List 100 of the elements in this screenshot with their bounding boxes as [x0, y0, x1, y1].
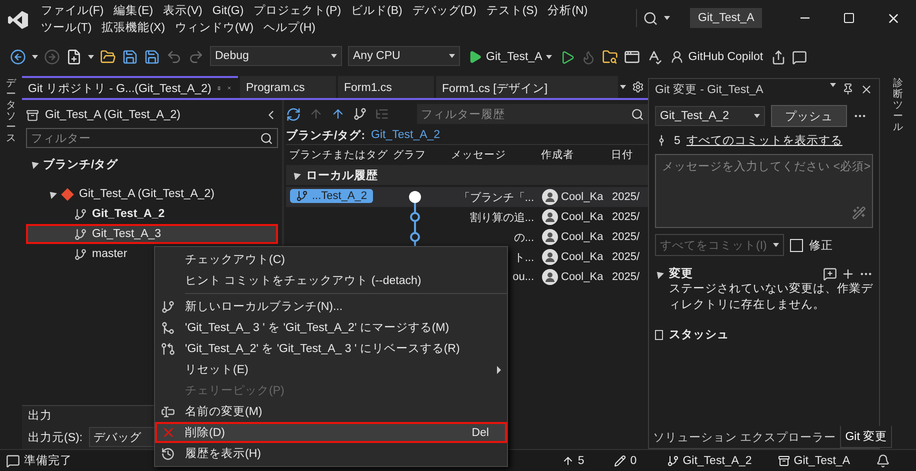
menu-item[interactable]: ツール(T) — [36, 20, 97, 37]
menu-item[interactable]: デバッグ(D) — [407, 3, 482, 20]
menu-item[interactable]: 'Git_Test_A_ 3 ' を 'Git_Test_A_2' にマージする(M) — [155, 317, 507, 338]
side-tab-label[interactable]: データソース — [6, 78, 16, 449]
play-icon — [468, 50, 482, 64]
push-button[interactable]: プッシュ — [771, 105, 847, 127]
platform-select[interactable]: Any CPU — [348, 46, 460, 66]
menu-item[interactable]: リセット(E) — [155, 359, 507, 380]
open-folder-icon[interactable] — [100, 49, 116, 65]
stage-all-icon[interactable] — [841, 266, 855, 280]
column-header[interactable]: 日付 — [608, 145, 633, 165]
section-title: スタッシュ — [669, 328, 729, 342]
close-icon[interactable] — [860, 82, 873, 96]
pull-icon[interactable] — [331, 107, 345, 121]
folder-search-icon[interactable] — [602, 49, 618, 65]
configuration-select[interactable]: Debug — [210, 46, 342, 66]
output-source-label: 出力元(S): — [28, 430, 83, 444]
branch-graph-icon[interactable] — [353, 107, 367, 121]
commit-message: 「ブランチ「... — [458, 190, 535, 204]
menu-item[interactable]: チェックアウト(C) — [155, 249, 507, 270]
rebase-icon — [161, 342, 175, 356]
column-header[interactable]: グラフ — [390, 145, 426, 165]
caret-icon[interactable] — [830, 82, 836, 86]
branch-item[interactable]: Git_Test_A_3 — [26, 224, 278, 244]
expand-toggle-icon[interactable] — [29, 159, 39, 169]
repository-icon — [26, 108, 39, 122]
commit-node-icon — [409, 231, 421, 243]
refresh-icon[interactable] — [286, 106, 301, 122]
branch-status[interactable]: Git_Test_A_2 — [666, 454, 752, 466]
search-icon — [631, 108, 644, 120]
view-all-commits-link[interactable]: すべてのコミットを表示する — [686, 133, 842, 148]
comment-icon[interactable] — [823, 266, 837, 280]
commit-date: 2025/ — [611, 251, 641, 263]
menu-item[interactable]: Git(G) — [207, 3, 249, 20]
menu-item[interactable]: ファイル(F) — [36, 3, 109, 20]
menu-item[interactable]: 分析(N) — [542, 3, 593, 20]
menu-item[interactable]: 'Git_Test_A_2' を 'Git_Test_A_ 3 ' にリベースする(R) — [155, 338, 507, 359]
commit-row[interactable]: ...Test_A_2 「ブランチ「... Cool_Ka 2025/ — [286, 187, 648, 207]
menu-item[interactable]: 削除(D) Del — [155, 422, 507, 443]
caret-icon[interactable] — [664, 16, 670, 20]
search-icon[interactable] — [643, 10, 658, 26]
feedback-icon[interactable] — [792, 50, 808, 64]
menu-item[interactable]: ウィンドウ(W) — [170, 20, 259, 37]
menu-item[interactable]: ヘルプ(H) — [258, 20, 321, 37]
menu-item[interactable]: 表示(V) — [158, 3, 208, 20]
undo-icon[interactable] — [166, 49, 182, 65]
column-header[interactable]: 作成者 — [538, 145, 574, 165]
save-icon[interactable] — [122, 49, 138, 65]
column-header[interactable]: ブランチまたはタグ — [286, 145, 388, 165]
expand-toggle-icon[interactable] — [47, 189, 57, 199]
redo-icon[interactable] — [188, 49, 204, 65]
history-filter-field[interactable]: フィルター履歴 — [417, 104, 648, 124]
side-tab-label[interactable]: 診断ツール — [893, 78, 903, 449]
pin-icon[interactable] — [842, 82, 854, 94]
settings-icon[interactable] — [632, 81, 644, 93]
branch-select[interactable]: Git_Test_A_2 — [655, 106, 765, 126]
menu-item[interactable]: 編集(E) — [108, 3, 158, 20]
panel-tab[interactable]: Git 変更 — [840, 426, 892, 448]
save-all-icon[interactable] — [144, 49, 160, 65]
output-icon[interactable] — [6, 454, 20, 468]
avatar-icon — [542, 229, 558, 245]
caret-icon[interactable] — [620, 85, 626, 89]
document-tab[interactable]: Form1.cs — [338, 76, 434, 98]
commit-message-field[interactable]: メッセージを入力してください <必須> — [655, 154, 873, 228]
filter-field[interactable]: フィルター — [26, 128, 278, 148]
back-icon[interactable] — [10, 49, 26, 65]
amend-checkbox[interactable] — [790, 238, 803, 252]
caret-icon[interactable] — [88, 55, 94, 59]
menu-item[interactable]: 名前の変更(M) — [155, 401, 507, 422]
branch-item[interactable]: Git_Test_A_2 — [26, 204, 278, 224]
menu-item[interactable]: 拡張機能(X) — [96, 20, 170, 37]
menu-item[interactable]: ビルド(B) — [346, 3, 408, 20]
sparkle-pen-icon[interactable] — [852, 206, 866, 220]
menu-item[interactable]: プロジェクト(P) — [248, 3, 346, 20]
commit-date: 2025/ — [611, 231, 641, 243]
expand-toggle-icon[interactable] — [291, 170, 301, 180]
outgoing-commits[interactable]: 5 — [562, 454, 584, 466]
commit-row[interactable]: 割り算の追... Cool_Ka 2025/ — [286, 207, 648, 227]
avatar-icon — [542, 189, 558, 205]
caret-icon[interactable] — [32, 55, 38, 59]
notification-icon[interactable] — [876, 454, 890, 468]
document-tab[interactable]: Program.cs — [240, 76, 336, 98]
panel-tab[interactable]: ソリューション エクスプローラー — [649, 426, 840, 448]
expand-toggle-icon[interactable] — [656, 330, 662, 338]
start-button[interactable]: Git_Test_A — [466, 46, 554, 68]
window-icon[interactable] — [624, 49, 640, 65]
menu-item[interactable]: テスト(S) — [481, 3, 543, 20]
share-icon[interactable] — [771, 50, 786, 64]
copilot-button[interactable]: GitHub Copilot — [668, 46, 766, 68]
repository-label: Git_Test_A (Git_Test_A_2) — [79, 188, 215, 200]
column-header[interactable]: メッセージ — [448, 145, 506, 165]
avatar-icon — [542, 269, 558, 285]
menu-item[interactable]: 新しいローカルブランチ(N)... — [155, 296, 507, 317]
pending-changes[interactable]: 0 — [614, 454, 637, 466]
new-project-icon[interactable] — [66, 49, 82, 65]
repository-status[interactable]: Git_Test_A — [778, 454, 850, 466]
menu-item[interactable]: ヒント コミットをチェックアウト (--detach) — [155, 270, 507, 291]
document-tab[interactable]: Form1.cs [デザイン] — [436, 76, 618, 98]
run-without-debug-icon[interactable] — [560, 50, 576, 64]
tree-group-label: ブランチ/タグ — [43, 157, 118, 172]
